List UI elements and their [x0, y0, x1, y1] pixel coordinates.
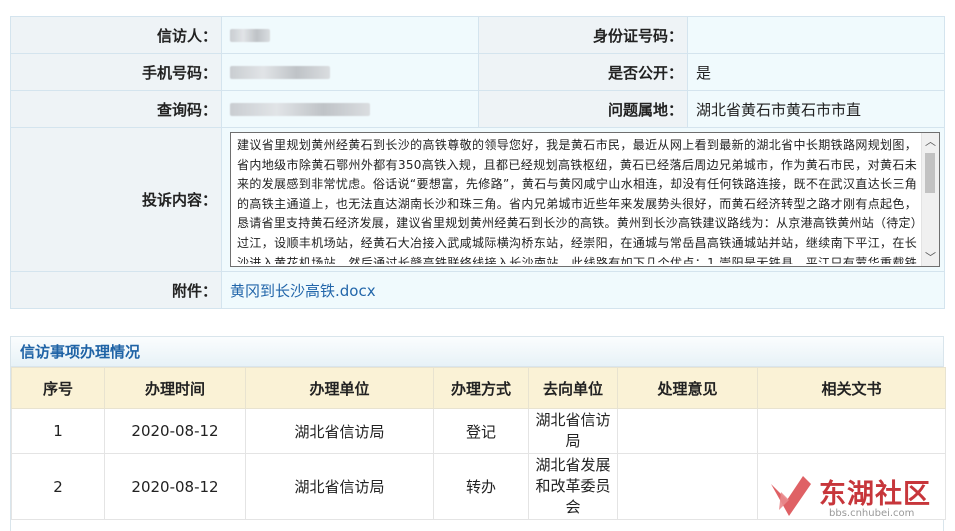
table-row: 1 2020-08-12 湖北省信访局 登记 湖北省信访局	[11, 408, 946, 454]
col-header-unit: 办理单位	[245, 367, 434, 409]
cell-index: 2	[11, 453, 105, 520]
location-value: 湖北省黄石市黄石市市直	[687, 90, 945, 128]
cell-time: 2020-08-12	[104, 408, 246, 454]
processing-section: 信访事项办理情况 序号 办理时间 办理单位 办理方式 去向单位 处理意见 相关文…	[10, 336, 946, 531]
col-header-documents: 相关文书	[757, 367, 946, 409]
phone-label: 手机号码：	[10, 53, 222, 91]
col-header-method: 办理方式	[433, 367, 529, 409]
content-cell: 建议省里规划黄州经黄石到长沙的高铁尊敬的领导您好，我是黄石市民，最近从网上看到最…	[221, 127, 945, 272]
cell-destination: 湖北省信访局	[528, 408, 618, 454]
petitioner-label: 信访人：	[10, 16, 222, 54]
row-attachment: 附件： 黄冈到长沙高铁.docx	[10, 271, 945, 309]
public-value: 是	[687, 53, 945, 91]
cell-opinion	[617, 453, 758, 520]
section-title: 信访事项办理情况	[11, 337, 943, 367]
redacted-phone	[230, 66, 330, 79]
content-text: 建议省里规划黄州经黄石到长沙的高铁尊敬的领导您好，我是黄石市民，最近从网上看到最…	[237, 138, 917, 264]
attachment-cell: 黄冈到长沙高铁.docx	[221, 271, 945, 309]
redacted-query-code	[230, 103, 370, 116]
cell-destination: 湖北省发展和改革委员会	[528, 453, 618, 520]
row-content: 投诉内容： 建议省里规划黄州经黄石到长沙的高铁尊敬的领导您好，我是黄石市民，最近…	[10, 127, 945, 272]
cell-documents	[757, 453, 946, 520]
query-code-value	[221, 90, 479, 128]
destination-text: 湖北省信访局	[535, 411, 611, 450]
cell-unit: 湖北省信访局	[245, 453, 434, 520]
public-label: 是否公开：	[478, 53, 688, 91]
scroll-down-icon[interactable]: ﹀	[922, 249, 939, 266]
scroll-thumb[interactable]	[925, 153, 935, 193]
attachment-link[interactable]: 黄冈到长沙高铁.docx	[230, 282, 376, 300]
petition-info-table: 信访人： 身份证号码： 手机号码： 是否公开： 是 查询码： 问题属地： 湖北省…	[10, 16, 945, 309]
cell-index: 1	[11, 408, 105, 454]
table-header-row: 序号 办理时间 办理单位 办理方式 去向单位 处理意见 相关文书	[11, 367, 946, 409]
cell-method: 登记	[433, 408, 529, 454]
processing-table: 序号 办理时间 办理单位 办理方式 去向单位 处理意见 相关文书 1 2020-…	[11, 367, 946, 520]
phone-value	[221, 53, 479, 91]
id-number-value	[687, 16, 945, 54]
content-textarea[interactable]: 建议省里规划黄州经黄石到长沙的高铁尊敬的领导您好，我是黄石市民，最近从网上看到最…	[230, 132, 940, 267]
row-query: 查询码： 问题属地： 湖北省黄石市黄石市市直	[10, 90, 945, 128]
id-number-label: 身份证号码：	[478, 16, 688, 54]
col-header-index: 序号	[11, 367, 105, 409]
row-phone: 手机号码： 是否公开： 是	[10, 53, 945, 91]
attachment-label: 附件：	[10, 271, 222, 309]
col-header-destination: 去向单位	[528, 367, 618, 409]
cell-documents	[757, 408, 946, 454]
table-row: 2 2020-08-12 湖北省信访局 转办 湖北省发展和改革委员会	[11, 453, 946, 520]
redacted-name	[230, 29, 270, 42]
query-code-label: 查询码：	[10, 90, 222, 128]
cell-opinion	[617, 408, 758, 454]
cell-method: 转办	[433, 453, 529, 520]
destination-text: 湖北省发展和改革委员会	[535, 456, 611, 516]
cell-unit: 湖北省信访局	[245, 408, 434, 454]
location-label: 问题属地：	[478, 90, 688, 128]
cell-time: 2020-08-12	[104, 453, 246, 520]
petitioner-value	[221, 16, 479, 54]
row-petitioner: 信访人： 身份证号码：	[10, 16, 945, 54]
col-header-time: 办理时间	[104, 367, 246, 409]
scroll-up-icon[interactable]: ︿	[922, 133, 939, 150]
content-label: 投诉内容：	[10, 127, 222, 272]
content-scrollbar[interactable]: ︿ ﹀	[921, 133, 939, 266]
col-header-opinion: 处理意见	[617, 367, 758, 409]
